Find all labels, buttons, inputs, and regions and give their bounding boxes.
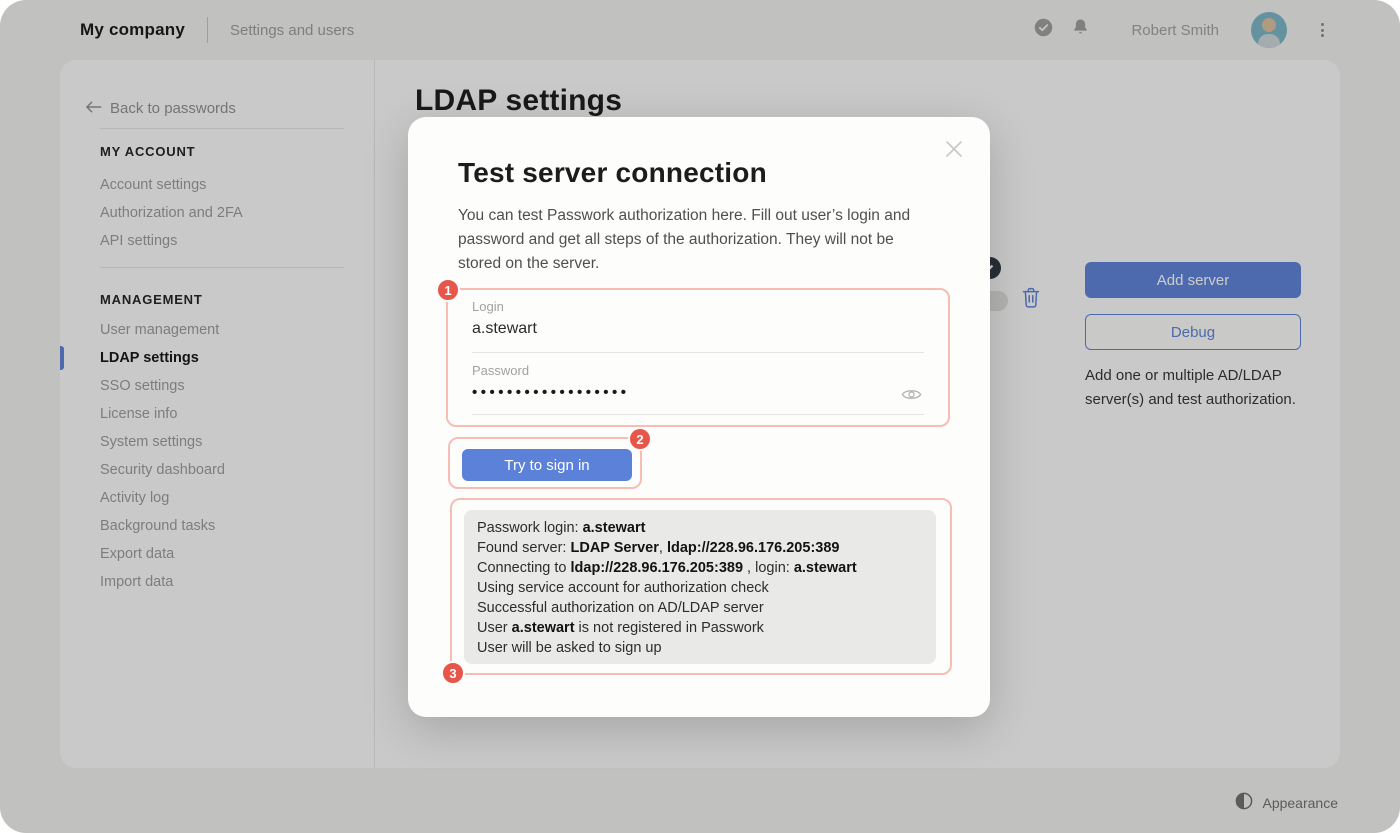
password-input[interactable]: •••••••••••••••••• <box>472 384 924 401</box>
log-output: Passwork login: a.stewartFound server: L… <box>464 510 936 664</box>
annotation-badge-2: 2 <box>628 427 652 451</box>
try-to-sign-in-button[interactable]: Try to sign in <box>462 449 632 481</box>
log-line: Using service account for authorization … <box>477 578 928 598</box>
app-window: My company Settings and users Robert Smi… <box>0 0 1400 833</box>
login-field[interactable]: Login a.stewart <box>472 290 924 353</box>
log-line: Passwork login: a.stewart <box>477 518 928 538</box>
close-icon[interactable] <box>942 137 966 161</box>
login-input[interactable]: a.stewart <box>472 320 924 338</box>
annotation-badge-1: 1 <box>436 278 460 302</box>
test-server-connection-modal: Test server connection You can test Pass… <box>408 117 990 717</box>
annotation-box-credentials: 1 Login a.stewart Password •••••••••••••… <box>446 288 950 427</box>
screen: My company Settings and users Robert Smi… <box>0 0 1400 833</box>
annotation-box-log: 3 Passwork login: a.stewartFound server:… <box>450 498 952 675</box>
password-field[interactable]: Password •••••••••••••••••• <box>472 353 924 415</box>
annotation-badge-3: 3 <box>441 661 465 685</box>
log-line: User a.stewart is not registered in Pass… <box>477 618 928 638</box>
password-label: Password <box>472 363 924 378</box>
log-line: User will be asked to sign up <box>477 638 928 658</box>
log-line: Connecting to ldap://228.96.176.205:389 … <box>477 558 928 578</box>
eye-icon[interactable] <box>901 387 922 407</box>
annotation-box-submit: 2 Try to sign in <box>448 437 642 489</box>
log-line: Successful authorization on AD/LDAP serv… <box>477 598 928 618</box>
log-line: Found server: LDAP Server, ldap://228.96… <box>477 538 928 558</box>
modal-title: Test server connection <box>458 157 940 189</box>
login-label: Login <box>472 299 924 314</box>
modal-description: You can test Passwork authorization here… <box>458 204 916 276</box>
